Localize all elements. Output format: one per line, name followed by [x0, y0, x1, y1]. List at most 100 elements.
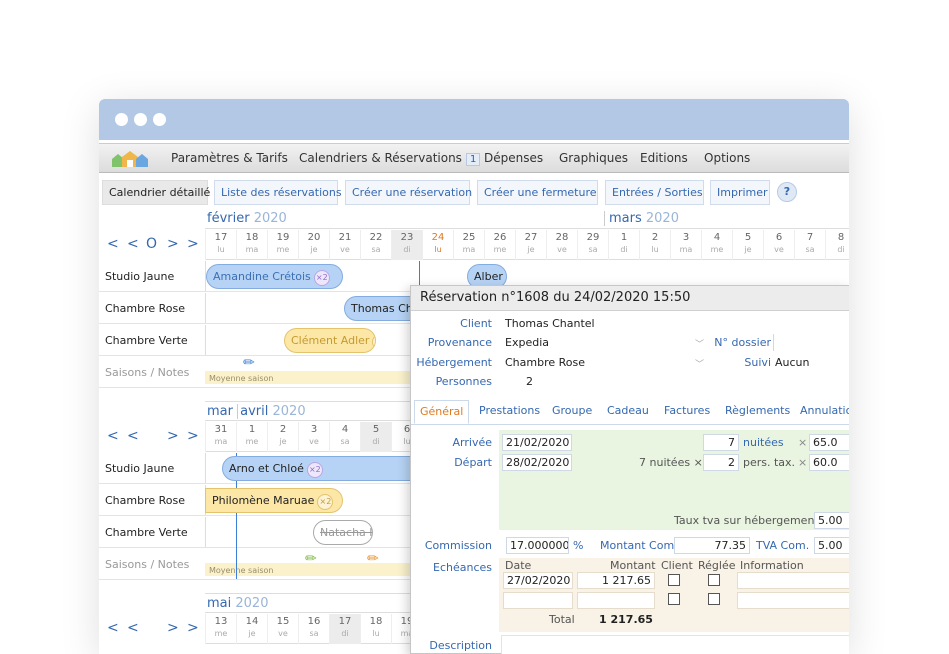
note-pencil-icon[interactable]: ✏: [243, 355, 255, 371]
chevron-down-icon[interactable]: ﹀: [695, 357, 704, 370]
nav-next-month-button[interactable]: >: [187, 620, 199, 636]
day-abbr: di: [372, 437, 380, 446]
provenance-select[interactable]: Expedia: [505, 336, 549, 349]
nav-next-week-button[interactable]: >: [167, 620, 179, 636]
nav-next-week-button[interactable]: >: [167, 236, 179, 252]
menu-parametres[interactable]: Paramètres & Tarifs: [171, 151, 288, 165]
note-pencil-icon[interactable]: ✏: [305, 551, 317, 567]
nav-prev-month-button[interactable]: <: [107, 236, 119, 252]
reservation-bar-cancelled[interactable]: Natacha M: [313, 520, 373, 545]
day-abbr: lu: [372, 629, 380, 638]
price-input-1[interactable]: 65.0: [809, 434, 849, 451]
depart-input[interactable]: 28/02/2020: [502, 454, 572, 471]
day-cell: 3 ma: [670, 230, 701, 260]
ech-header-date: Date: [505, 559, 532, 572]
day-abbr: me: [245, 437, 259, 446]
day-abbr: je: [527, 245, 535, 254]
nav-prev-week-button[interactable]: <: [127, 428, 139, 444]
menu-editions[interactable]: Editions: [640, 151, 688, 165]
tab-reglements[interactable]: Règlements: [725, 404, 790, 417]
window-dot-2[interactable]: [134, 113, 147, 126]
ech-date-input-empty[interactable]: [503, 592, 573, 609]
ech-info-input-empty[interactable]: [737, 592, 849, 609]
hebergement-select[interactable]: Chambre Rose: [505, 356, 585, 369]
chevron-down-icon[interactable]: ﹀: [695, 337, 704, 350]
day-number: 24: [431, 232, 445, 243]
tab-imprimer[interactable]: Imprimer: [710, 180, 770, 205]
commission-input[interactable]: 17.000000: [506, 537, 569, 554]
multiplier-badge: ×2: [313, 270, 330, 286]
montant-com-input[interactable]: 77.35: [674, 537, 750, 554]
total-value: 1 217.65: [599, 613, 653, 626]
tab-general[interactable]: Général: [414, 400, 470, 424]
client-value[interactable]: Thomas Chantel: [505, 317, 595, 330]
day-number: 2: [651, 232, 659, 243]
tab-creer-fermeture[interactable]: Créer une fermeture: [477, 180, 598, 205]
tab-factures[interactable]: Factures: [664, 404, 710, 417]
nav-prev-month-button[interactable]: <: [107, 428, 119, 444]
tva-input[interactable]: 5.00: [814, 512, 849, 529]
ech-date-input[interactable]: 27/02/2020: [503, 572, 573, 589]
nuitees-input[interactable]: 7: [703, 434, 739, 451]
day-abbr: je: [744, 245, 752, 254]
help-icon[interactable]: ?: [777, 182, 797, 202]
menu-depenses[interactable]: Dépenses: [484, 151, 543, 165]
day-abbr: me: [710, 245, 724, 254]
day-cell: 27 je: [515, 230, 546, 260]
nav-today-button[interactable]: O: [146, 236, 157, 252]
menu-options[interactable]: Options: [704, 151, 750, 165]
nav-prev-month-button[interactable]: <: [107, 620, 119, 636]
room-label: Chambre Verte: [105, 526, 188, 539]
day-headers: 17 lu 18 ma 19 me 20 je 21 ve 22 sa 23 di 24 lu 25 ma 26 me…: [205, 230, 849, 260]
reservation-bar[interactable]: Philomène Maruae ×2: [205, 488, 343, 513]
reservation-bar[interactable]: Clément Adler×2: [284, 328, 376, 353]
day-cell: 26 me: [484, 230, 515, 260]
day-number: 14: [245, 616, 259, 627]
tva-com-input[interactable]: 5.00: [814, 537, 849, 554]
day-cell: 5 di: [360, 422, 391, 452]
window-dot-1[interactable]: [115, 113, 128, 126]
month-name: février: [207, 211, 250, 226]
suivi-value[interactable]: Aucun: [775, 356, 810, 369]
menu-graphiques[interactable]: Graphiques: [559, 151, 628, 165]
pers-tax-input[interactable]: 2: [703, 454, 739, 471]
tab-entrees-sorties[interactable]: Entrées / Sorties: [605, 180, 704, 205]
reservation-bar[interactable]: Arno et Chloé ×2: [222, 456, 422, 481]
nav-next-week-button[interactable]: >: [167, 428, 179, 444]
ech-reglee-checkbox[interactable]: [708, 593, 720, 605]
day-number: 18: [369, 616, 383, 627]
tab-creer-reservation[interactable]: Créer une réservation: [345, 180, 472, 205]
tab-annulation[interactable]: Annulatio: [800, 404, 849, 417]
arrivee-input[interactable]: 21/02/2020: [502, 434, 572, 451]
ech-montant-input-empty[interactable]: [577, 592, 655, 609]
ech-montant-input[interactable]: 1 217.65: [577, 572, 655, 589]
ech-client-checkbox[interactable]: [668, 593, 680, 605]
tab-calendrier-detaille[interactable]: Calendrier détaillé: [102, 180, 210, 205]
tab-cadeau[interactable]: Cadeau: [607, 404, 649, 417]
ech-info-input[interactable]: [737, 572, 849, 589]
ech-client-checkbox[interactable]: [668, 574, 680, 586]
tab-prestations[interactable]: Prestations: [479, 404, 540, 417]
nav-prev-week-button[interactable]: <: [127, 236, 139, 252]
tab-groupe[interactable]: Groupe: [552, 404, 592, 417]
notes-label: Saisons / Notes: [105, 558, 190, 571]
day-cell: 25 ma: [453, 230, 484, 260]
day-abbr: ma: [214, 437, 228, 446]
price-input-2[interactable]: 60.0: [809, 454, 849, 471]
window-dot-3[interactable]: [153, 113, 166, 126]
day-number: 15: [276, 616, 290, 627]
reservation-bar[interactable]: Amandine Crétois ×2: [206, 264, 343, 289]
nav-next-month-button[interactable]: >: [187, 236, 199, 252]
nav-prev-week-button[interactable]: <: [127, 620, 139, 636]
tab-liste-reservations[interactable]: Liste des réservations: [214, 180, 342, 205]
dossier-input[interactable]: [773, 334, 849, 351]
day-abbr: sa: [805, 245, 815, 254]
menu-calendriers[interactable]: Calendriers & Réservations 1: [299, 151, 481, 166]
note-pencil-icon[interactable]: ✏: [367, 551, 379, 567]
day-abbr: lu: [651, 245, 659, 254]
ech-reglee-checkbox[interactable]: [708, 574, 720, 586]
description-input[interactable]: [501, 635, 849, 654]
nav-next-month-button[interactable]: >: [187, 428, 199, 444]
personnes-label: Personnes: [435, 375, 492, 388]
personnes-value[interactable]: 2: [526, 375, 533, 388]
